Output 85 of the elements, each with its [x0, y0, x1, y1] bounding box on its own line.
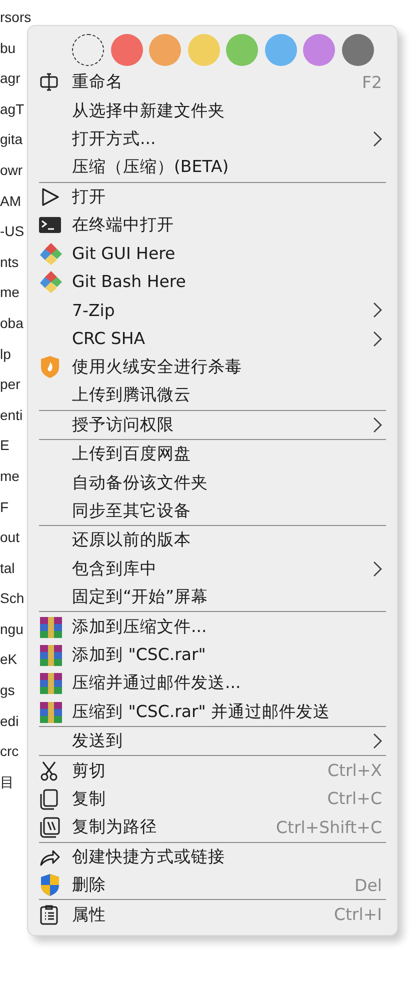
menu-item[interactable]: 压缩到 "CSC.rar" 并通过邮件发送 — [28, 698, 397, 726]
copy-icon — [39, 788, 59, 810]
menu-item[interactable]: Git GUI Here — [28, 239, 397, 268]
menu-item[interactable]: 添加到 "CSC.rar" — [28, 640, 397, 670]
menu-item[interactable]: 剪切 Ctrl+X — [28, 756, 397, 785]
file-name[interactable]: AM — [0, 186, 21, 218]
color-tag[interactable] — [149, 34, 181, 66]
menu-item[interactable]: 打开 — [28, 182, 397, 211]
file-name[interactable]: agT — [0, 94, 24, 126]
menu-item[interactable]: CRC SHA — [28, 324, 397, 353]
menu-item[interactable]: 包含到库中 — [28, 554, 397, 584]
chevron-icon — [372, 416, 382, 433]
menu-item[interactable]: 同步至其它设备 — [28, 496, 397, 526]
file-name[interactable]: E — [0, 431, 10, 462]
menu-item[interactable]: 压缩（压缩）(BETA) — [28, 153, 397, 182]
menu-item[interactable]: 添加到压缩文件... — [28, 612, 397, 641]
menu-item[interactable]: 还原以前的版本 — [28, 526, 397, 555]
file-name[interactable]: rsors — [0, 3, 32, 34]
menu-item[interactable]: 复制为路径 Ctrl+Shift+C — [28, 813, 397, 842]
menu-item[interactable]: Git Bash Here — [28, 268, 397, 296]
chevron-icon — [372, 560, 382, 577]
file-name[interactable]: oba — [0, 308, 24, 340]
diamond-icon — [39, 242, 63, 266]
file-name[interactable]: edi — [0, 706, 19, 738]
file-name[interactable]: lp — [0, 340, 11, 370]
file-name[interactable]: ngu — [0, 614, 24, 646]
menu-item[interactable]: 压缩并通过邮件发送... — [28, 669, 397, 698]
shield-icon — [39, 873, 61, 898]
file-name[interactable]: 目 — [0, 768, 14, 798]
color-tag[interactable] — [226, 34, 258, 66]
menu-item[interactable]: 使用火绒安全进行杀毒 — [28, 352, 397, 382]
books-icon — [39, 614, 63, 639]
books-icon — [39, 700, 63, 724]
chevron-icon — [372, 302, 382, 318]
file-name[interactable]: per — [0, 370, 20, 401]
file-name[interactable]: out — [0, 523, 20, 554]
play-icon — [39, 186, 61, 208]
file-name[interactable]: me — [0, 462, 20, 492]
shield-icon — [39, 355, 61, 380]
terminal-icon — [39, 216, 61, 234]
menu-item[interactable]: 创建快捷方式或链接 — [28, 842, 397, 871]
books-icon — [39, 671, 63, 696]
file-name[interactable]: bu — [0, 34, 16, 64]
color-tag[interactable] — [110, 34, 142, 66]
file-name[interactable]: crc — [0, 737, 19, 768]
color-tag[interactable] — [188, 34, 220, 66]
file-name[interactable]: nts — [0, 248, 19, 278]
scissors-icon — [39, 760, 59, 782]
menu-item[interactable]: 上传到百度网盘 — [28, 440, 397, 468]
color-tag[interactable] — [303, 34, 335, 66]
chevron-icon — [372, 733, 382, 750]
clipboard-icon — [39, 904, 59, 926]
menu-item[interactable]: 复制 Ctrl+C — [28, 784, 397, 814]
chevron-icon — [372, 330, 382, 347]
color-tag[interactable] — [342, 34, 374, 66]
file-name[interactable]: gita — [0, 125, 23, 156]
menu-item[interactable]: 上传到腾讯微云 — [28, 381, 397, 410]
file-name[interactable]: me — [0, 278, 20, 309]
menu-item[interactable]: 属性 Ctrl+I — [28, 900, 397, 929]
rename-icon — [39, 71, 61, 94]
file-name[interactable]: agr — [0, 64, 20, 95]
file-name[interactable]: -US — [0, 217, 24, 248]
menu-item[interactable]: 重命名 F2 — [28, 68, 397, 96]
menu-item[interactable]: 从选择中新建文件夹 — [28, 96, 397, 125]
menu-item[interactable]: 删除 Del — [28, 870, 397, 900]
copy-path-icon — [39, 816, 61, 838]
file-name[interactable]: owr — [0, 156, 23, 187]
chevron-icon — [372, 130, 382, 147]
menu-item[interactable]: 授予访问权限 — [28, 410, 397, 440]
file-name[interactable]: gs — [0, 676, 15, 707]
books-icon — [39, 643, 63, 667]
no-color-tag[interactable] — [72, 34, 104, 66]
menu-item[interactable]: 在终端中打开 — [28, 210, 397, 240]
file-name[interactable]: F — [0, 492, 9, 524]
diamond-icon — [39, 270, 63, 294]
menu-item[interactable]: 发送到 — [28, 726, 397, 756]
file-name[interactable]: tal — [0, 554, 15, 584]
color-tag[interactable] — [264, 34, 296, 66]
menu-item[interactable]: 打开方式... — [28, 124, 397, 154]
file-name[interactable]: Sch — [0, 584, 24, 615]
menu-item[interactable]: 自动备份该文件夹 — [28, 468, 397, 497]
file-name[interactable]: enti — [0, 400, 23, 432]
file-name[interactable]: eK — [0, 645, 18, 676]
menu-item[interactable]: 固定到“开始”屏幕 — [28, 583, 397, 612]
menu-item[interactable]: 7-Zip — [28, 296, 397, 325]
